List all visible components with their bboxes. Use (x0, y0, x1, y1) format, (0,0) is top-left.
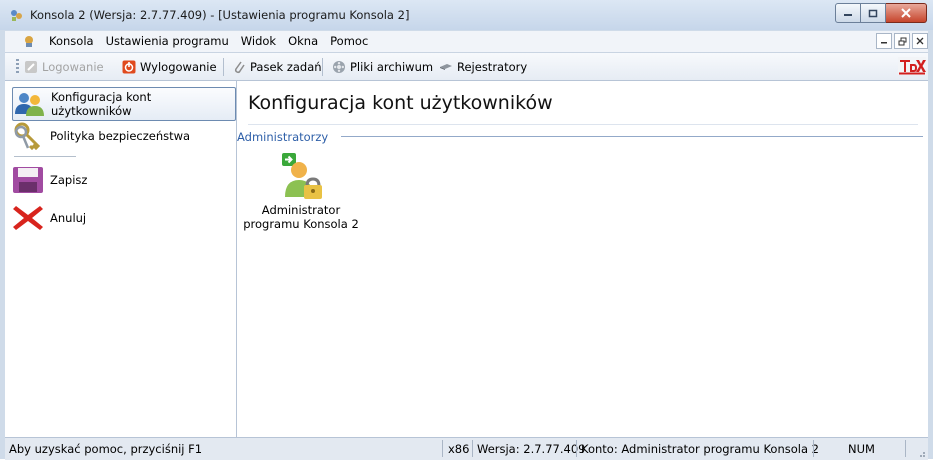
login-button[interactable]: Logowanie (24, 58, 104, 76)
close-icon (916, 37, 924, 45)
status-arch: x86 (448, 442, 470, 456)
menu-okna[interactable]: Okna (282, 34, 324, 48)
brand-logo-icon (898, 57, 926, 75)
title-divider (248, 124, 918, 125)
cancel-label: Anuluj (50, 211, 87, 225)
sidebar-item-label: Polityka bezpieczeństwa (50, 129, 191, 143)
window-title: Konsola 2 (Wersja: 2.7.77.409) - [Ustawi… (30, 8, 410, 22)
menu-ustawienia-programu[interactable]: Ustawienia programu (100, 34, 235, 48)
status-bar: Aby uzyskać pomoc, przyciśnij F1 x86 Wer… (5, 437, 928, 460)
status-num-lock: NUM (848, 442, 875, 456)
sidebar: Konfiguracja kont użytkowników Polityka … (5, 81, 237, 437)
toolbar-separator (322, 58, 323, 76)
status-account: Konto: Administrator programu Konsola 2 (581, 442, 819, 456)
login-label: Logowanie (42, 60, 104, 74)
restore-icon (898, 37, 906, 45)
admin-user-locked-icon (282, 153, 322, 199)
menu-konsola[interactable]: Konsola (43, 34, 100, 48)
logout-button[interactable]: Wylogowanie (122, 58, 217, 76)
sidebar-item-security-policy[interactable]: Polityka bezpieczeństwa (12, 120, 234, 152)
main-content: Konfiguracja kont użytkowników Administr… (237, 81, 928, 437)
cancel-icon (13, 206, 43, 230)
cancel-button[interactable]: Anuluj (12, 202, 234, 234)
maximize-icon (868, 9, 878, 17)
status-separator (472, 440, 473, 457)
minimize-icon (844, 14, 852, 16)
mdi-restore-button[interactable] (894, 33, 910, 49)
toolbar: Logowanie Wylogowanie Pasek zadań Pliki … (5, 53, 928, 81)
recorders-button[interactable]: Rejestratory (439, 58, 527, 76)
save-icon (13, 167, 43, 193)
sidebar-item-label: Konfiguracja kont użytkowników (51, 90, 152, 118)
menu-bar: Konsola Ustawienia programu Widok Okna P… (5, 31, 928, 53)
minimize-icon (881, 42, 887, 44)
title-bar: Konsola 2 (Wersja: 2.7.77.409) - [Ustawi… (0, 0, 933, 30)
status-separator (813, 440, 814, 457)
status-separator (442, 440, 443, 457)
keys-icon (14, 122, 41, 150)
toolbar-separator (223, 58, 224, 76)
archive-button[interactable]: Pliki archiwum (332, 58, 433, 76)
minimize-button[interactable] (835, 3, 861, 23)
mdi-close-button[interactable] (912, 33, 928, 49)
taskbar-label: Pasek zadań (250, 60, 322, 74)
status-separator (576, 440, 577, 457)
resize-grip-icon[interactable] (916, 448, 926, 458)
close-icon (901, 8, 911, 18)
recorders-label: Rejestratory (457, 60, 528, 74)
save-button[interactable]: Zapisz (12, 164, 234, 196)
administrator-account-item[interactable]: Administrator programu Konsola 2 (240, 153, 362, 231)
close-button[interactable] (886, 3, 927, 23)
logout-label: Wylogowanie (140, 60, 217, 74)
save-label: Zapisz (50, 173, 88, 187)
menu-pomoc[interactable]: Pomoc (324, 34, 374, 48)
users-icon (15, 93, 44, 116)
film-reel-icon (333, 61, 345, 73)
status-separator (905, 440, 906, 457)
sidebar-divider (14, 156, 76, 157)
page-title: Konfiguracja kont użytkowników (248, 92, 553, 114)
app-icon (11, 10, 22, 21)
document-window-icon[interactable] (22, 34, 36, 48)
sidebar-item-user-accounts[interactable]: Konfiguracja kont użytkowników (12, 87, 236, 121)
application-window: Konsola 2 (Wersja: 2.7.77.409) - [Ustawi… (0, 0, 933, 460)
maximize-button[interactable] (861, 3, 886, 23)
admin-label-line2: programu Konsola 2 (243, 217, 359, 231)
login-icon (25, 61, 37, 73)
power-icon (122, 60, 136, 74)
admin-label-line1: Administrator (261, 203, 341, 217)
recorder-icon (440, 64, 452, 70)
toolbar-grip[interactable] (16, 59, 19, 75)
group-divider (341, 136, 923, 137)
taskbar-button[interactable]: Pasek zadań (232, 58, 322, 76)
status-version: Wersja: 2.7.77.409 (477, 442, 586, 456)
menu-widok[interactable]: Widok (235, 34, 282, 48)
paperclip-icon (234, 61, 245, 74)
archive-label: Pliki archiwum (350, 60, 434, 74)
group-label-administrators: Administratorzy (237, 130, 329, 144)
mdi-minimize-button[interactable] (876, 33, 892, 49)
window-controls (835, 3, 927, 23)
status-help-text: Aby uzyskać pomoc, przyciśnij F1 (9, 442, 203, 456)
